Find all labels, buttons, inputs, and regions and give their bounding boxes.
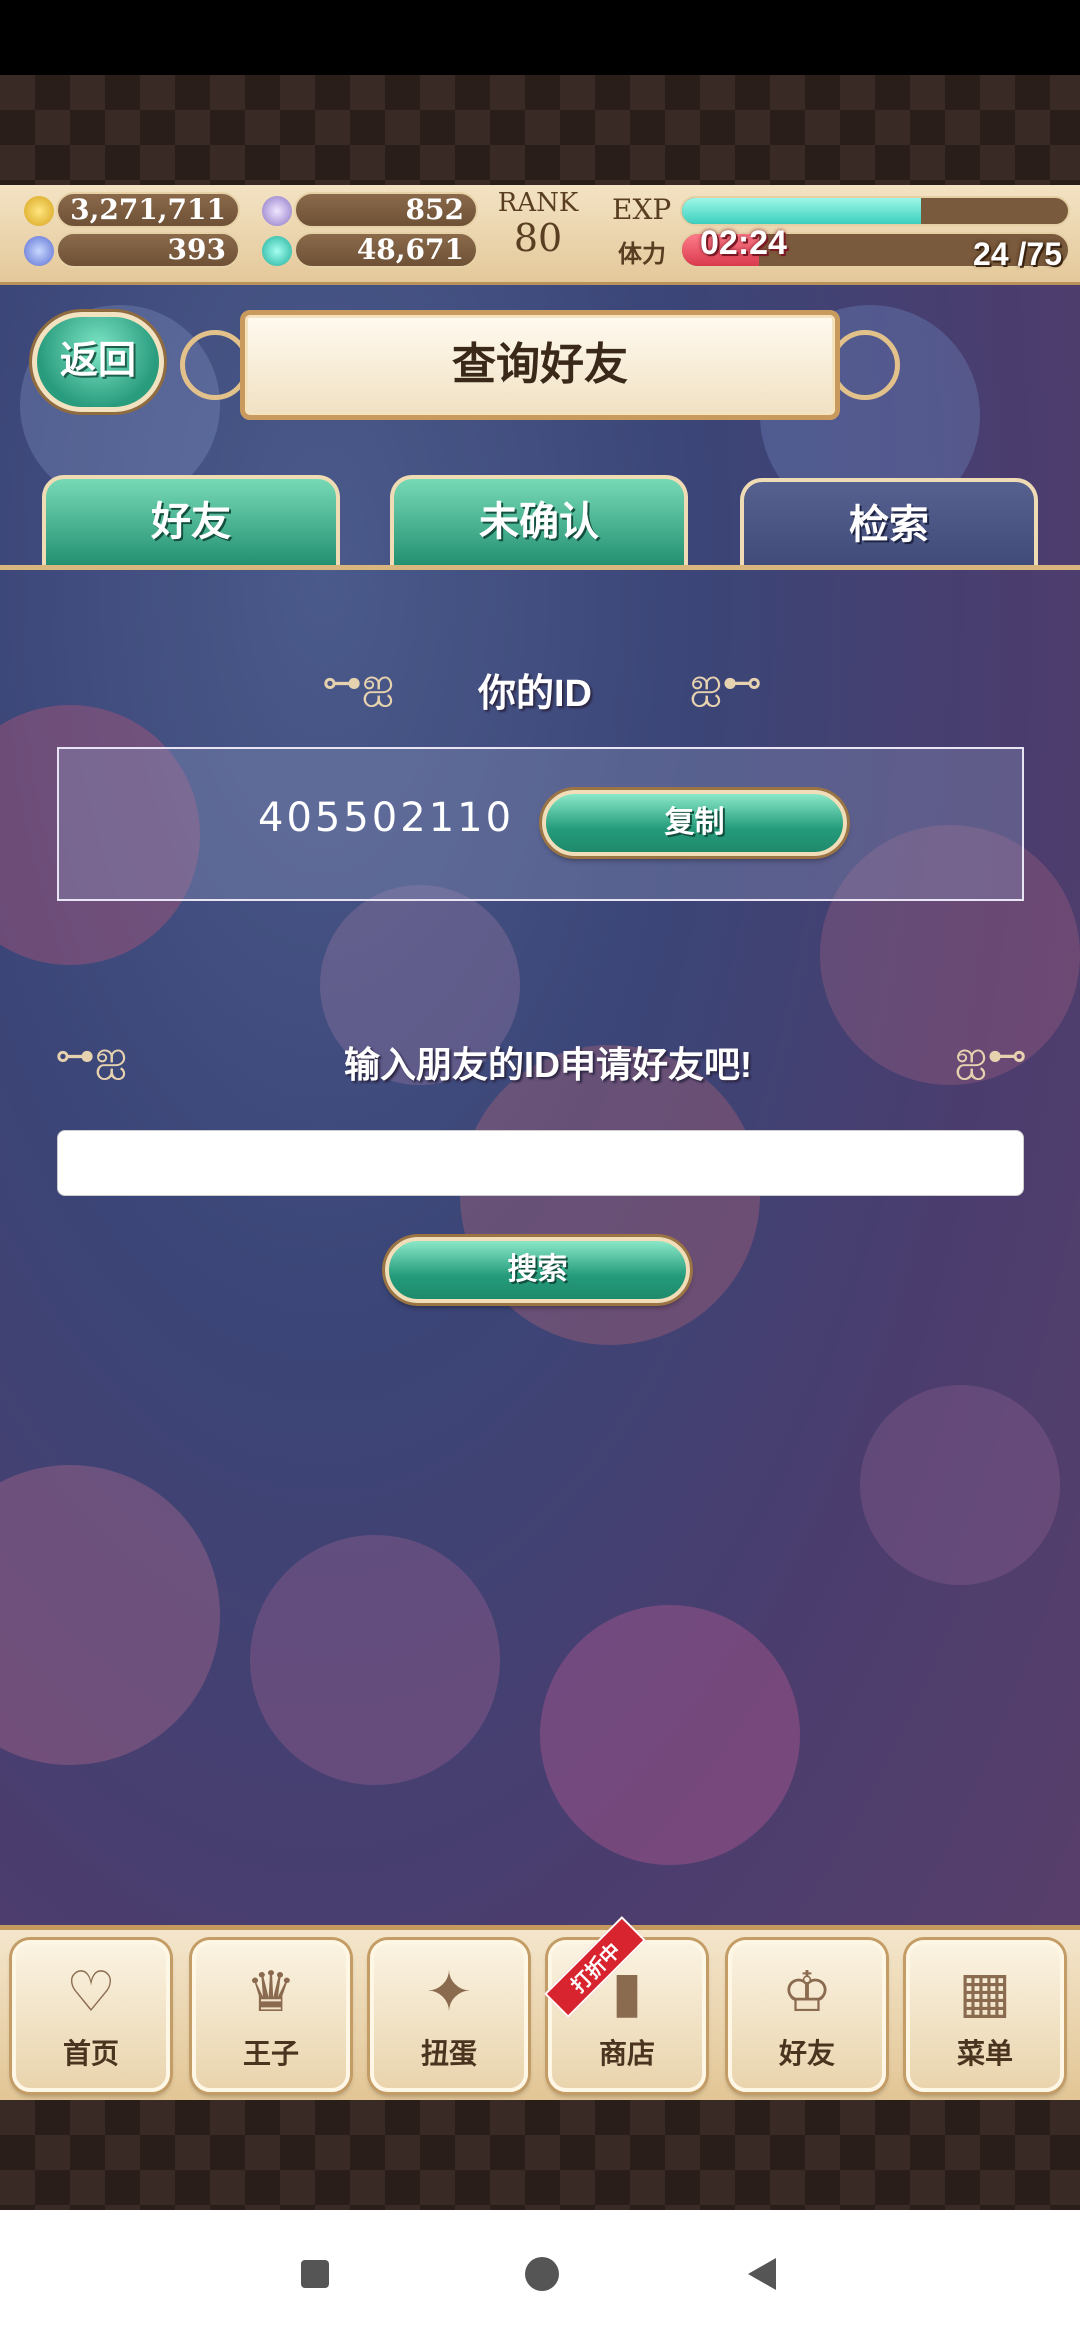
nav-label: 王子 [242, 2038, 299, 2069]
nav-label: 扭蛋 [420, 2038, 477, 2069]
search-button[interactable]: 搜索 [385, 1237, 690, 1303]
nav-label: 菜单 [956, 2038, 1013, 2069]
tiara-icon: ♔ [781, 1960, 833, 2025]
nav-label: 首页 [62, 2038, 119, 2069]
ornament-left-icon: ⊶ஐ [55, 1033, 128, 1079]
tab-friends[interactable]: 好友 [42, 475, 340, 569]
argyle-pattern-top [0, 75, 1080, 187]
nav-prince[interactable]: ♛ 王子 [192, 1940, 350, 2092]
search-heading: 输入朋友的ID申请好友吧! [344, 1044, 752, 1085]
nav-friends[interactable]: ♔ 好友 [728, 1940, 886, 2092]
bokeh-light [540, 1605, 800, 1865]
nav-label: 好友 [778, 2038, 835, 2069]
back-icon[interactable] [748, 2258, 776, 2290]
ornament-left-icon: ⊶ஐ [322, 660, 395, 706]
your-id-heading: 你的ID [478, 673, 593, 715]
gold-amount: 3,271,711 [56, 192, 240, 228]
rank-badge: RANK 80 [488, 188, 588, 284]
nav-label: 商店 [598, 2038, 655, 2069]
stamina-count: 24 /75 [973, 236, 1062, 272]
nav-gacha[interactable]: ✦ 扭蛋 [370, 1940, 528, 2092]
bokeh-light [0, 1465, 220, 1765]
crown-icon: ♛ [245, 1960, 297, 2025]
status-bar [0, 0, 1080, 75]
your-id-value: 405502110 [258, 795, 515, 841]
exp-bar [680, 196, 1070, 226]
nav-shop[interactable]: ▮ 商店 [548, 1940, 706, 2092]
ornament-right-icon: ஐ⊷ [955, 1033, 1028, 1079]
crystal-amount: 393 [56, 232, 240, 268]
menu-grid-icon: ▦ [958, 1960, 1012, 2025]
ornament-right-icon: ஐ⊷ [690, 660, 763, 706]
feather-icon [262, 196, 292, 226]
tab-search[interactable]: 检索 [740, 478, 1038, 570]
gacha-icon: ✦ [425, 1960, 473, 2025]
crystal-icon [24, 236, 54, 266]
ornament-curl-right [830, 330, 900, 400]
stamina-timer: 02:24 [700, 224, 787, 262]
feather-amount: 852 [294, 192, 478, 228]
back-button[interactable]: 返回 [32, 312, 164, 412]
your-id-box [57, 747, 1024, 901]
recent-apps-icon[interactable] [301, 2260, 329, 2288]
friend-id-input[interactable] [57, 1130, 1024, 1196]
title-banner: 查询好友 [240, 310, 840, 420]
rank-label: RANK [497, 188, 579, 218]
home-icon[interactable] [525, 2257, 559, 2291]
copy-button[interactable]: 复制 [542, 790, 847, 856]
nav-menu[interactable]: ▦ 菜单 [906, 1940, 1064, 2092]
tab-underline [0, 565, 1080, 570]
bokeh-light [860, 1385, 1060, 1585]
stamina-label: 体力 [618, 241, 666, 268]
rank-value: 80 [513, 216, 563, 260]
bokeh-light [250, 1535, 500, 1785]
nav-home[interactable]: ♡ 首页 [12, 1940, 170, 2092]
gem-icon [262, 236, 292, 266]
gem-amount: 48,671 [294, 232, 478, 268]
argyle-pattern-bottom [0, 2100, 1080, 2210]
exp-label: EXP [612, 193, 672, 226]
page-title: 查询好友 [452, 340, 628, 389]
gold-coin-icon [24, 196, 54, 226]
exp-fill [682, 198, 922, 224]
tab-unconfirmed[interactable]: 未确认 [390, 475, 688, 569]
heart-icon: ♡ [65, 1960, 117, 2025]
